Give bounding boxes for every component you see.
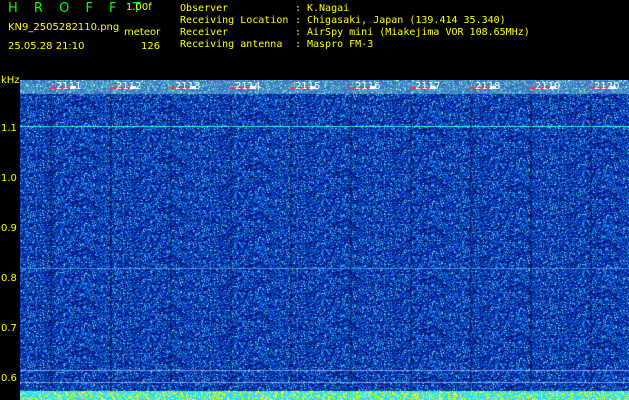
version-label: 1.00f xyxy=(126,2,152,13)
time-label: 2117 xyxy=(415,81,441,92)
info-key: Receiving Location xyxy=(180,15,289,26)
time-label: 2114 xyxy=(235,81,261,92)
time-label: 2113 xyxy=(175,81,201,92)
datetime-label: 25.05.28 21:10 xyxy=(8,41,85,52)
info-value: K.Nagai xyxy=(307,3,350,14)
y-tick-label: 0.7 xyxy=(1,323,17,334)
y-tick-label: 1.0 xyxy=(1,173,17,184)
meteor-count: 126 xyxy=(141,41,161,52)
info-key: Observer xyxy=(180,3,229,14)
time-label: 2116 xyxy=(355,81,381,92)
y-tick-label: 0.8 xyxy=(1,273,17,284)
hrofft-window: H R O F F T 1.00f KN9_2505282110.png met… xyxy=(0,0,629,400)
y-tick-label: 0.9 xyxy=(1,223,17,234)
info-key: Receiving antenna xyxy=(180,39,283,50)
filename-label: KN9_2505282110.png xyxy=(8,22,120,33)
info-value: Chigasaki, Japan (139.414 35.340) xyxy=(307,15,506,26)
spectrogram xyxy=(20,80,629,400)
info-row-receiver: Receiver: AirSpy mini (Miakejima VOR 108.… xyxy=(180,27,530,38)
info-key: Receiver xyxy=(180,27,229,38)
y-axis-unit: kHz xyxy=(1,75,20,86)
meteor-label: meteor xyxy=(124,27,161,38)
info-value: AirSpy mini (Miakejima VOR 108.65MHz) xyxy=(307,27,530,38)
info-value: Maspro FM-3 xyxy=(307,39,374,50)
info-row-observer: Observer: K.Nagai xyxy=(180,3,350,14)
info-row-antenna: Receiving antenna: Maspro FM-3 xyxy=(180,39,374,50)
time-label: 2119 xyxy=(535,81,561,92)
time-label: 2112 xyxy=(116,81,142,92)
time-label: 2115 xyxy=(295,81,321,92)
y-tick-label: 1.1 xyxy=(1,123,17,134)
time-label: 2111 xyxy=(56,81,82,92)
time-label: 2120 xyxy=(594,81,620,92)
time-label: 2118 xyxy=(475,81,501,92)
info-row-location: Receiving Location: Chigasaki, Japan (139… xyxy=(180,15,506,26)
y-tick-label: 0.6 xyxy=(1,373,17,384)
